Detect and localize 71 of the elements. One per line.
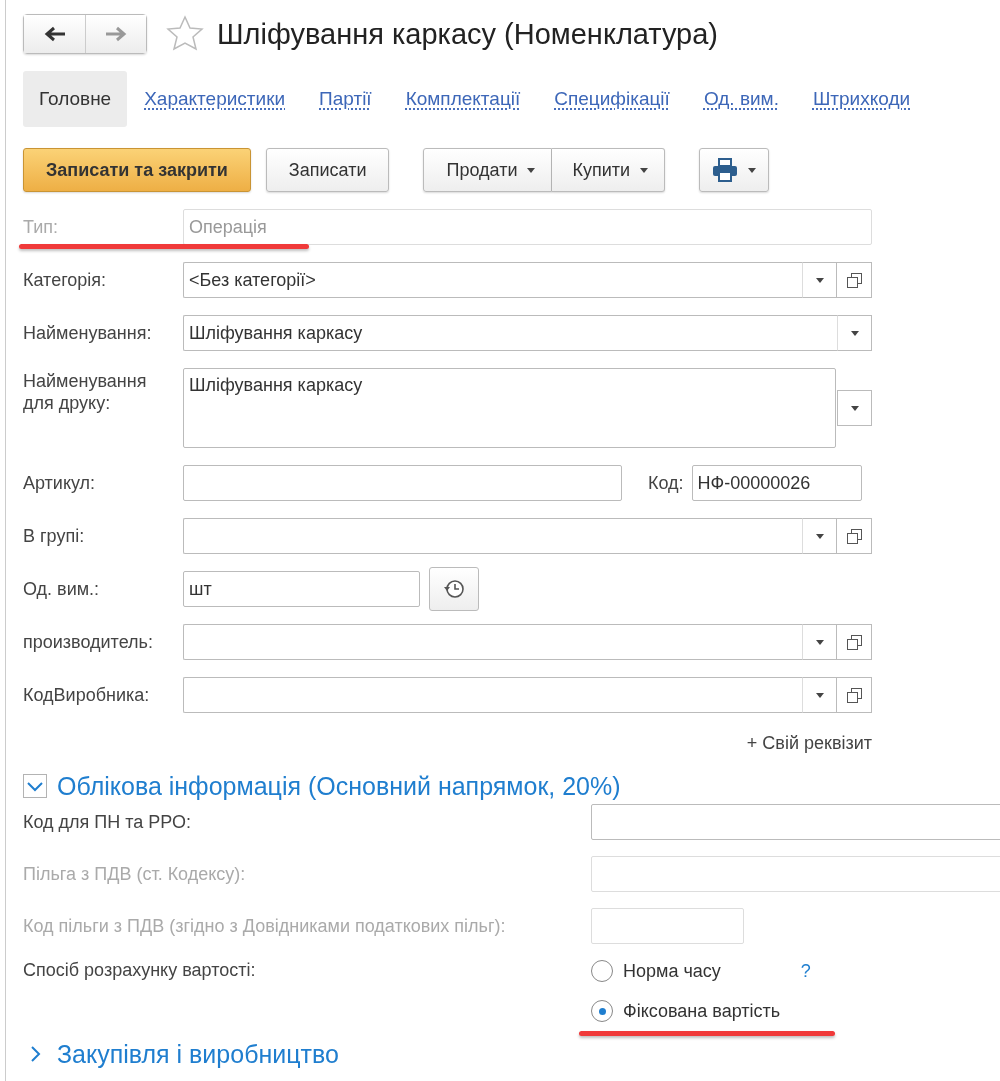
print-name-field[interactable]: Шліфування каркасу xyxy=(183,368,837,448)
caret-icon xyxy=(815,639,824,645)
open-button[interactable] xyxy=(837,677,872,713)
open-window-icon xyxy=(846,687,862,703)
history-clock-icon xyxy=(443,579,465,599)
caret-icon xyxy=(640,167,649,173)
back-arrow-icon xyxy=(43,26,66,42)
tab[interactable]: Штрихкоди xyxy=(795,73,928,125)
radio-label[interactable]: Норма часу xyxy=(623,960,721,982)
combo-field[interactable]: Шліфування каркасу xyxy=(183,315,837,351)
radio-button[interactable] xyxy=(591,960,613,982)
open-button[interactable] xyxy=(837,624,872,660)
field-label: Найменування для друку: xyxy=(23,370,148,414)
tab[interactable]: Характеристики xyxy=(127,73,303,125)
field-label: КодВиробника: xyxy=(23,684,151,706)
field-label: Найменування: xyxy=(23,322,153,344)
tab[interactable]: Головне xyxy=(23,71,128,127)
printer-icon xyxy=(712,158,739,182)
caret-icon xyxy=(850,405,859,411)
dropdown-button[interactable] xyxy=(837,315,872,351)
section-title[interactable]: Облікова інформація (Основний напрямок, 20%) xyxy=(57,771,621,801)
print-button[interactable] xyxy=(699,148,770,192)
field-label: В групі: xyxy=(23,525,86,547)
article-field[interactable] xyxy=(183,465,622,501)
field-label: Категорія: xyxy=(23,269,108,291)
window-title: Шліфування каркасу (Номенклатура) xyxy=(217,17,718,51)
tab[interactable]: Партії xyxy=(302,73,389,125)
caret-icon xyxy=(815,277,824,283)
dropdown-button[interactable] xyxy=(837,390,872,426)
open-window-icon xyxy=(846,528,862,544)
caret-icon xyxy=(748,167,757,173)
menu-button[interactable]: Купити xyxy=(552,148,666,192)
field-label: Код пільги з ПДВ (згідно з Довідниками податкових пільг): xyxy=(23,915,507,937)
add-attribute-link[interactable]: + Свій реквізит xyxy=(746,733,872,754)
forward-arrow-icon xyxy=(105,26,127,42)
tab[interactable]: Од. вим. xyxy=(686,73,796,125)
field-label: Тип: xyxy=(23,216,59,238)
back-button[interactable] xyxy=(24,15,85,53)
radio-button[interactable] xyxy=(591,1000,613,1022)
tab[interactable]: Комплектації xyxy=(388,73,538,125)
combo-field[interactable] xyxy=(183,518,802,554)
input-field[interactable] xyxy=(591,804,1000,840)
field-label: Спосіб розрахунку вартості: xyxy=(23,960,257,981)
caret-icon xyxy=(850,330,859,336)
field-label: производитель: xyxy=(23,631,154,653)
field-label: Код: xyxy=(648,472,684,494)
combo-field[interactable] xyxy=(183,677,802,713)
open-window-icon xyxy=(846,634,862,650)
section-title[interactable]: Закупівля і виробництво xyxy=(57,1039,339,1069)
save-and-close-button[interactable]: Записати та закрити xyxy=(23,148,251,192)
combo-field[interactable] xyxy=(183,624,802,660)
field-label: Код для ПН та РРО: xyxy=(23,811,192,833)
caret-icon xyxy=(527,167,536,173)
menu-button[interactable]: Продати xyxy=(423,148,553,192)
caret-icon xyxy=(815,533,824,539)
radio-label[interactable]: Фіксована вартість xyxy=(623,1000,781,1022)
field-label: Артикул: xyxy=(23,472,97,494)
combo-field[interactable]: <Без категорії> xyxy=(183,262,802,298)
history-button[interactable] xyxy=(429,567,479,611)
field-label: Пільга з ПДВ (ст. Кодексу): xyxy=(23,863,247,885)
code-field[interactable]: НФ-00000026 xyxy=(691,465,862,501)
open-window-icon xyxy=(846,272,862,288)
caret-icon xyxy=(815,692,824,698)
tab[interactable]: Специфікації xyxy=(537,73,687,125)
collapse-chevron-icon[interactable] xyxy=(23,774,47,798)
help-link[interactable]: ? xyxy=(800,960,811,982)
save-button[interactable]: Записати xyxy=(265,148,390,192)
field-label: Од. вим.: xyxy=(23,578,101,600)
unit-field[interactable]: шт xyxy=(183,571,420,607)
open-button[interactable] xyxy=(837,262,872,298)
open-button[interactable] xyxy=(837,518,872,554)
